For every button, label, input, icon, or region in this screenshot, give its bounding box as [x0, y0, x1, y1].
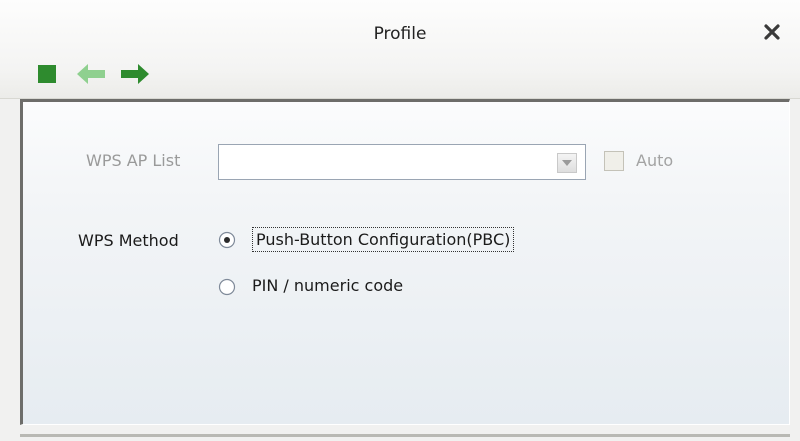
- pbc-option-label[interactable]: Push-Button Configuration(PBC): [252, 227, 515, 252]
- forward-arrow-icon: [121, 64, 149, 84]
- stop-square-icon: [38, 65, 56, 83]
- wps-ap-list-dropdown[interactable]: [218, 144, 586, 180]
- window-bottom: [0, 425, 800, 441]
- dropdown-button[interactable]: [557, 153, 577, 173]
- profile-window: Profile WPS AP List Auto WPS Method Push…: [0, 0, 800, 441]
- back-button[interactable]: [74, 63, 108, 85]
- pin-radio[interactable]: [218, 278, 236, 296]
- window-title: Profile: [373, 24, 427, 44]
- radio-selected-icon: [218, 231, 236, 249]
- radio-unselected-icon: [218, 278, 236, 296]
- auto-label: Auto: [636, 151, 674, 170]
- pbc-radio[interactable]: [218, 231, 236, 249]
- chevron-down-icon: [562, 160, 572, 166]
- wps-method-label: WPS Method: [78, 231, 179, 250]
- forward-button[interactable]: [118, 63, 152, 85]
- bottom-divider: [20, 434, 790, 437]
- wps-ap-list-label: WPS AP List: [86, 151, 181, 170]
- close-button[interactable]: [760, 20, 784, 44]
- close-icon: [764, 24, 780, 40]
- title-bar: Profile: [0, 0, 800, 99]
- stop-button[interactable]: [36, 63, 58, 85]
- pin-option-label[interactable]: PIN / numeric code: [252, 276, 403, 295]
- toolbar: [36, 62, 152, 86]
- auto-checkbox[interactable]: [604, 151, 624, 171]
- back-arrow-icon: [77, 64, 105, 84]
